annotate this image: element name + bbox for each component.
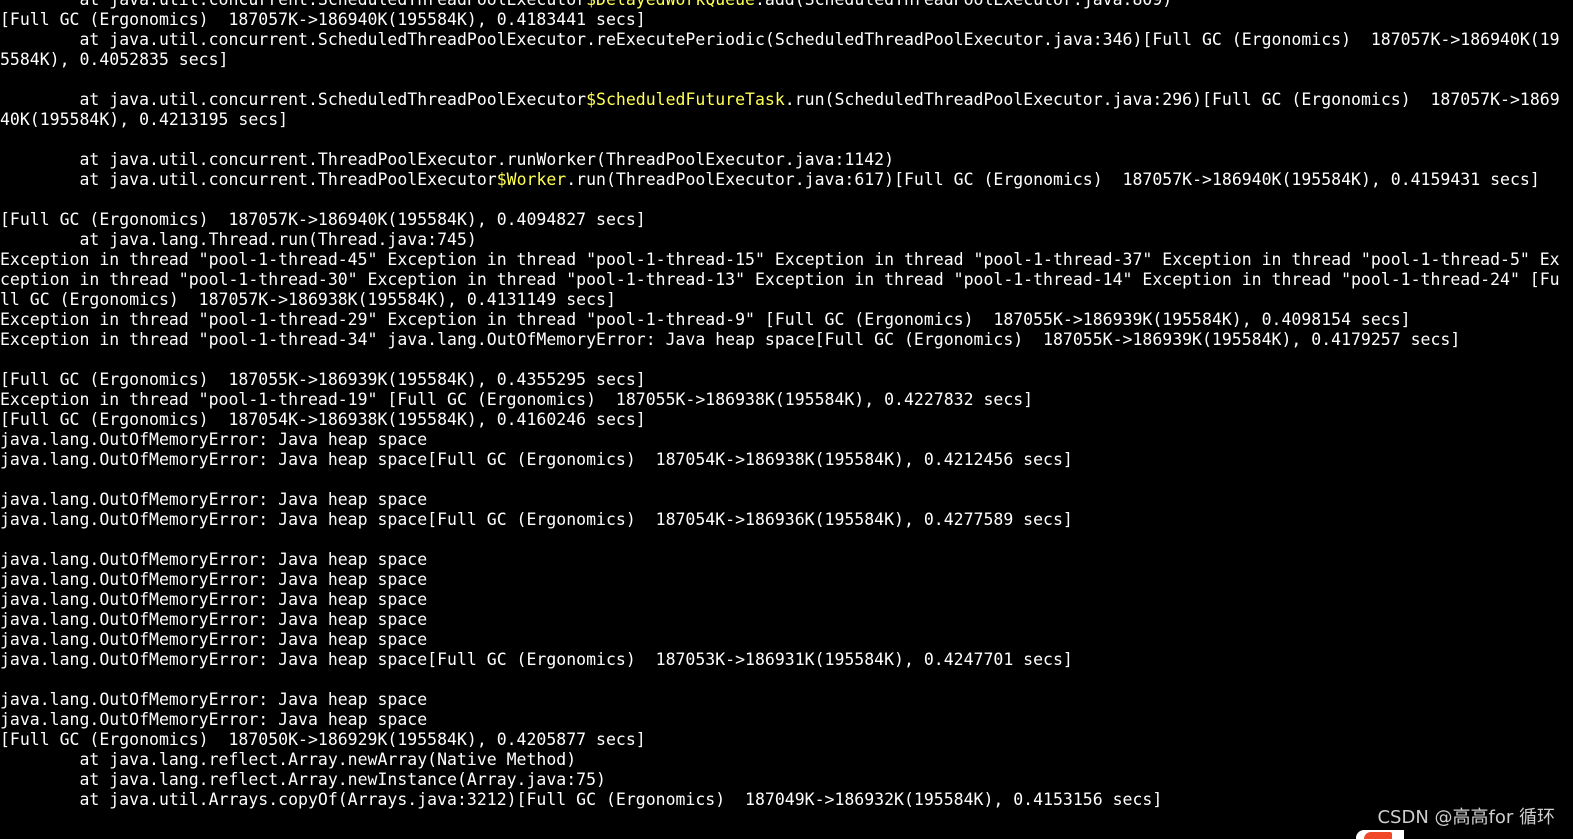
- terminal-output[interactable]: at java.util.concurrent.ScheduledThreadP…: [0, 0, 1573, 839]
- terminal-line: 40K(195584K), 0.4213195 secs]: [0, 110, 1573, 130]
- terminal-text: at java.lang.reflect.Array.newInstance(A…: [0, 770, 606, 789]
- terminal-text: java.lang.OutOfMemoryError: Java heap sp…: [0, 550, 428, 569]
- terminal-line: Exception in thread "pool-1-thread-34" j…: [0, 330, 1573, 350]
- terminal-line: at java.util.Arrays.copyOf(Arrays.java:3…: [0, 790, 1573, 810]
- terminal-line: at java.lang.Thread.run(Thread.java:745): [0, 230, 1573, 250]
- terminal-line: ll GC (Ergonomics) 187057K->186938K(1955…: [0, 290, 1573, 310]
- terminal-line: [Full GC (Ergonomics) 187057K->186940K(1…: [0, 210, 1573, 230]
- terminal-text: Exception in thread "pool-1-thread-34" j…: [0, 330, 1461, 349]
- terminal-line: java.lang.OutOfMemoryError: Java heap sp…: [0, 690, 1573, 710]
- terminal-text: ll GC (Ergonomics) 187057K->186938K(1955…: [0, 290, 616, 309]
- terminal-text: .run(ScheduledThreadPoolExecutor.java:29…: [784, 90, 1560, 109]
- terminal-text: Exception in thread "pool-1-thread-19" […: [0, 390, 1034, 409]
- terminal-text: java.lang.OutOfMemoryError: Java heap sp…: [0, 710, 428, 729]
- terminal-line: java.lang.OutOfMemoryError: Java heap sp…: [0, 430, 1573, 450]
- terminal-text: at java.util.concurrent.ScheduledThreadP…: [0, 0, 586, 9]
- terminal-text: java.lang.OutOfMemoryError: Java heap sp…: [0, 490, 428, 509]
- terminal-text: java.lang.OutOfMemoryError: Java heap sp…: [0, 570, 428, 589]
- terminal-text: java.lang.OutOfMemoryError: Java heap sp…: [0, 650, 1073, 669]
- terminal-highlight-text: $DelayedWorkQueue: [586, 0, 755, 9]
- terminal-line: ception in thread "pool-1-thread-30" Exc…: [0, 270, 1573, 290]
- terminal-text: [Full GC (Ergonomics) 187057K->186940K(1…: [0, 210, 646, 229]
- terminal-text: at java.util.concurrent.ThreadPoolExecut…: [0, 170, 497, 189]
- terminal-line: java.lang.OutOfMemoryError: Java heap sp…: [0, 490, 1573, 510]
- terminal-text: .run(ThreadPoolExecutor.java:617)[Full G…: [566, 170, 1540, 189]
- terminal-text: Exception in thread "pool-1-thread-29" E…: [0, 310, 1411, 329]
- terminal-text: [Full GC (Ergonomics) 187055K->186939K(1…: [0, 370, 646, 389]
- corner-badge-icon: [1356, 830, 1404, 839]
- terminal-text: java.lang.OutOfMemoryError: Java heap sp…: [0, 690, 428, 709]
- terminal-text: [Full GC (Ergonomics) 187050K->186929K(1…: [0, 730, 646, 749]
- terminal-highlight-text: $ScheduledFutureTask: [586, 90, 785, 109]
- terminal-line: [Full GC (Ergonomics) 187050K->186929K(1…: [0, 730, 1573, 750]
- terminal-line: at java.util.concurrent.ThreadPoolExecut…: [0, 170, 1573, 190]
- terminal-text: at java.util.concurrent.ScheduledThreadP…: [0, 30, 1560, 49]
- terminal-line: Exception in thread "pool-1-thread-45" E…: [0, 250, 1573, 270]
- terminal-text: ception in thread "pool-1-thread-30" Exc…: [0, 270, 1560, 289]
- terminal-line: [Full GC (Ergonomics) 187055K->186939K(1…: [0, 370, 1573, 390]
- terminal-line: at java.lang.reflect.Array.newArray(Nati…: [0, 750, 1573, 770]
- terminal-text: Exception in thread "pool-1-thread-45" E…: [0, 250, 1560, 269]
- terminal-line: java.lang.OutOfMemoryError: Java heap sp…: [0, 570, 1573, 590]
- terminal-text: java.lang.OutOfMemoryError: Java heap sp…: [0, 590, 428, 609]
- terminal-line: java.lang.OutOfMemoryError: Java heap sp…: [0, 610, 1573, 630]
- terminal-line: Exception in thread "pool-1-thread-29" E…: [0, 310, 1573, 330]
- terminal-text: java.lang.OutOfMemoryError: Java heap sp…: [0, 430, 428, 449]
- terminal-line: at java.util.concurrent.ScheduledThreadP…: [0, 0, 1573, 10]
- terminal-line: java.lang.OutOfMemoryError: Java heap sp…: [0, 630, 1573, 650]
- terminal-line: java.lang.OutOfMemoryError: Java heap sp…: [0, 450, 1573, 470]
- terminal-text: [Full GC (Ergonomics) 187054K->186938K(1…: [0, 410, 646, 429]
- terminal-line: java.lang.OutOfMemoryError: Java heap sp…: [0, 650, 1573, 670]
- terminal-text: java.lang.OutOfMemoryError: Java heap sp…: [0, 510, 1073, 529]
- terminal-text: java.lang.OutOfMemoryError: Java heap sp…: [0, 610, 428, 629]
- terminal-highlight-text: $Worker: [496, 170, 567, 189]
- terminal-line: [Full GC (Ergonomics) 187054K->186938K(1…: [0, 410, 1573, 430]
- terminal-text: at java.util.Arrays.copyOf(Arrays.java:3…: [0, 790, 1163, 809]
- terminal-line: java.lang.OutOfMemoryError: Java heap sp…: [0, 710, 1573, 730]
- terminal-line: [Full GC (Ergonomics) 187057K->186940K(1…: [0, 10, 1573, 30]
- terminal-line: at java.util.concurrent.ScheduledThreadP…: [0, 30, 1573, 50]
- terminal-line: at java.lang.reflect.Array.newInstance(A…: [0, 770, 1573, 790]
- terminal-line: java.lang.OutOfMemoryError: Java heap sp…: [0, 550, 1573, 570]
- terminal-line: java.lang.OutOfMemoryError: Java heap sp…: [0, 510, 1573, 530]
- terminal-text: [Full GC (Ergonomics) 187057K->186940K(1…: [0, 10, 646, 29]
- terminal-text: java.lang.OutOfMemoryError: Java heap sp…: [0, 450, 1073, 469]
- terminal-text: at java.lang.Thread.run(Thread.java:745): [0, 230, 477, 249]
- terminal-text: at java.util.concurrent.ScheduledThreadP…: [0, 90, 587, 109]
- terminal-line: java.lang.OutOfMemoryError: Java heap sp…: [0, 590, 1573, 610]
- terminal-text: at java.lang.reflect.Array.newArray(Nati…: [0, 750, 577, 769]
- terminal-line: at java.util.concurrent.ScheduledThreadP…: [0, 90, 1573, 110]
- terminal-text: at java.util.concurrent.ThreadPoolExecut…: [0, 150, 895, 169]
- terminal-line: at java.util.concurrent.ThreadPoolExecut…: [0, 150, 1573, 170]
- terminal-text: java.lang.OutOfMemoryError: Java heap sp…: [0, 630, 428, 649]
- terminal-text: 5584K), 0.4052835 secs]: [0, 50, 229, 69]
- terminal-text: 40K(195584K), 0.4213195 secs]: [0, 110, 289, 129]
- terminal-line: Exception in thread "pool-1-thread-19" […: [0, 390, 1573, 410]
- terminal-line: 5584K), 0.4052835 secs]: [0, 50, 1573, 70]
- terminal-text: .add(ScheduledThreadPoolExecutor.java:80…: [755, 0, 1172, 9]
